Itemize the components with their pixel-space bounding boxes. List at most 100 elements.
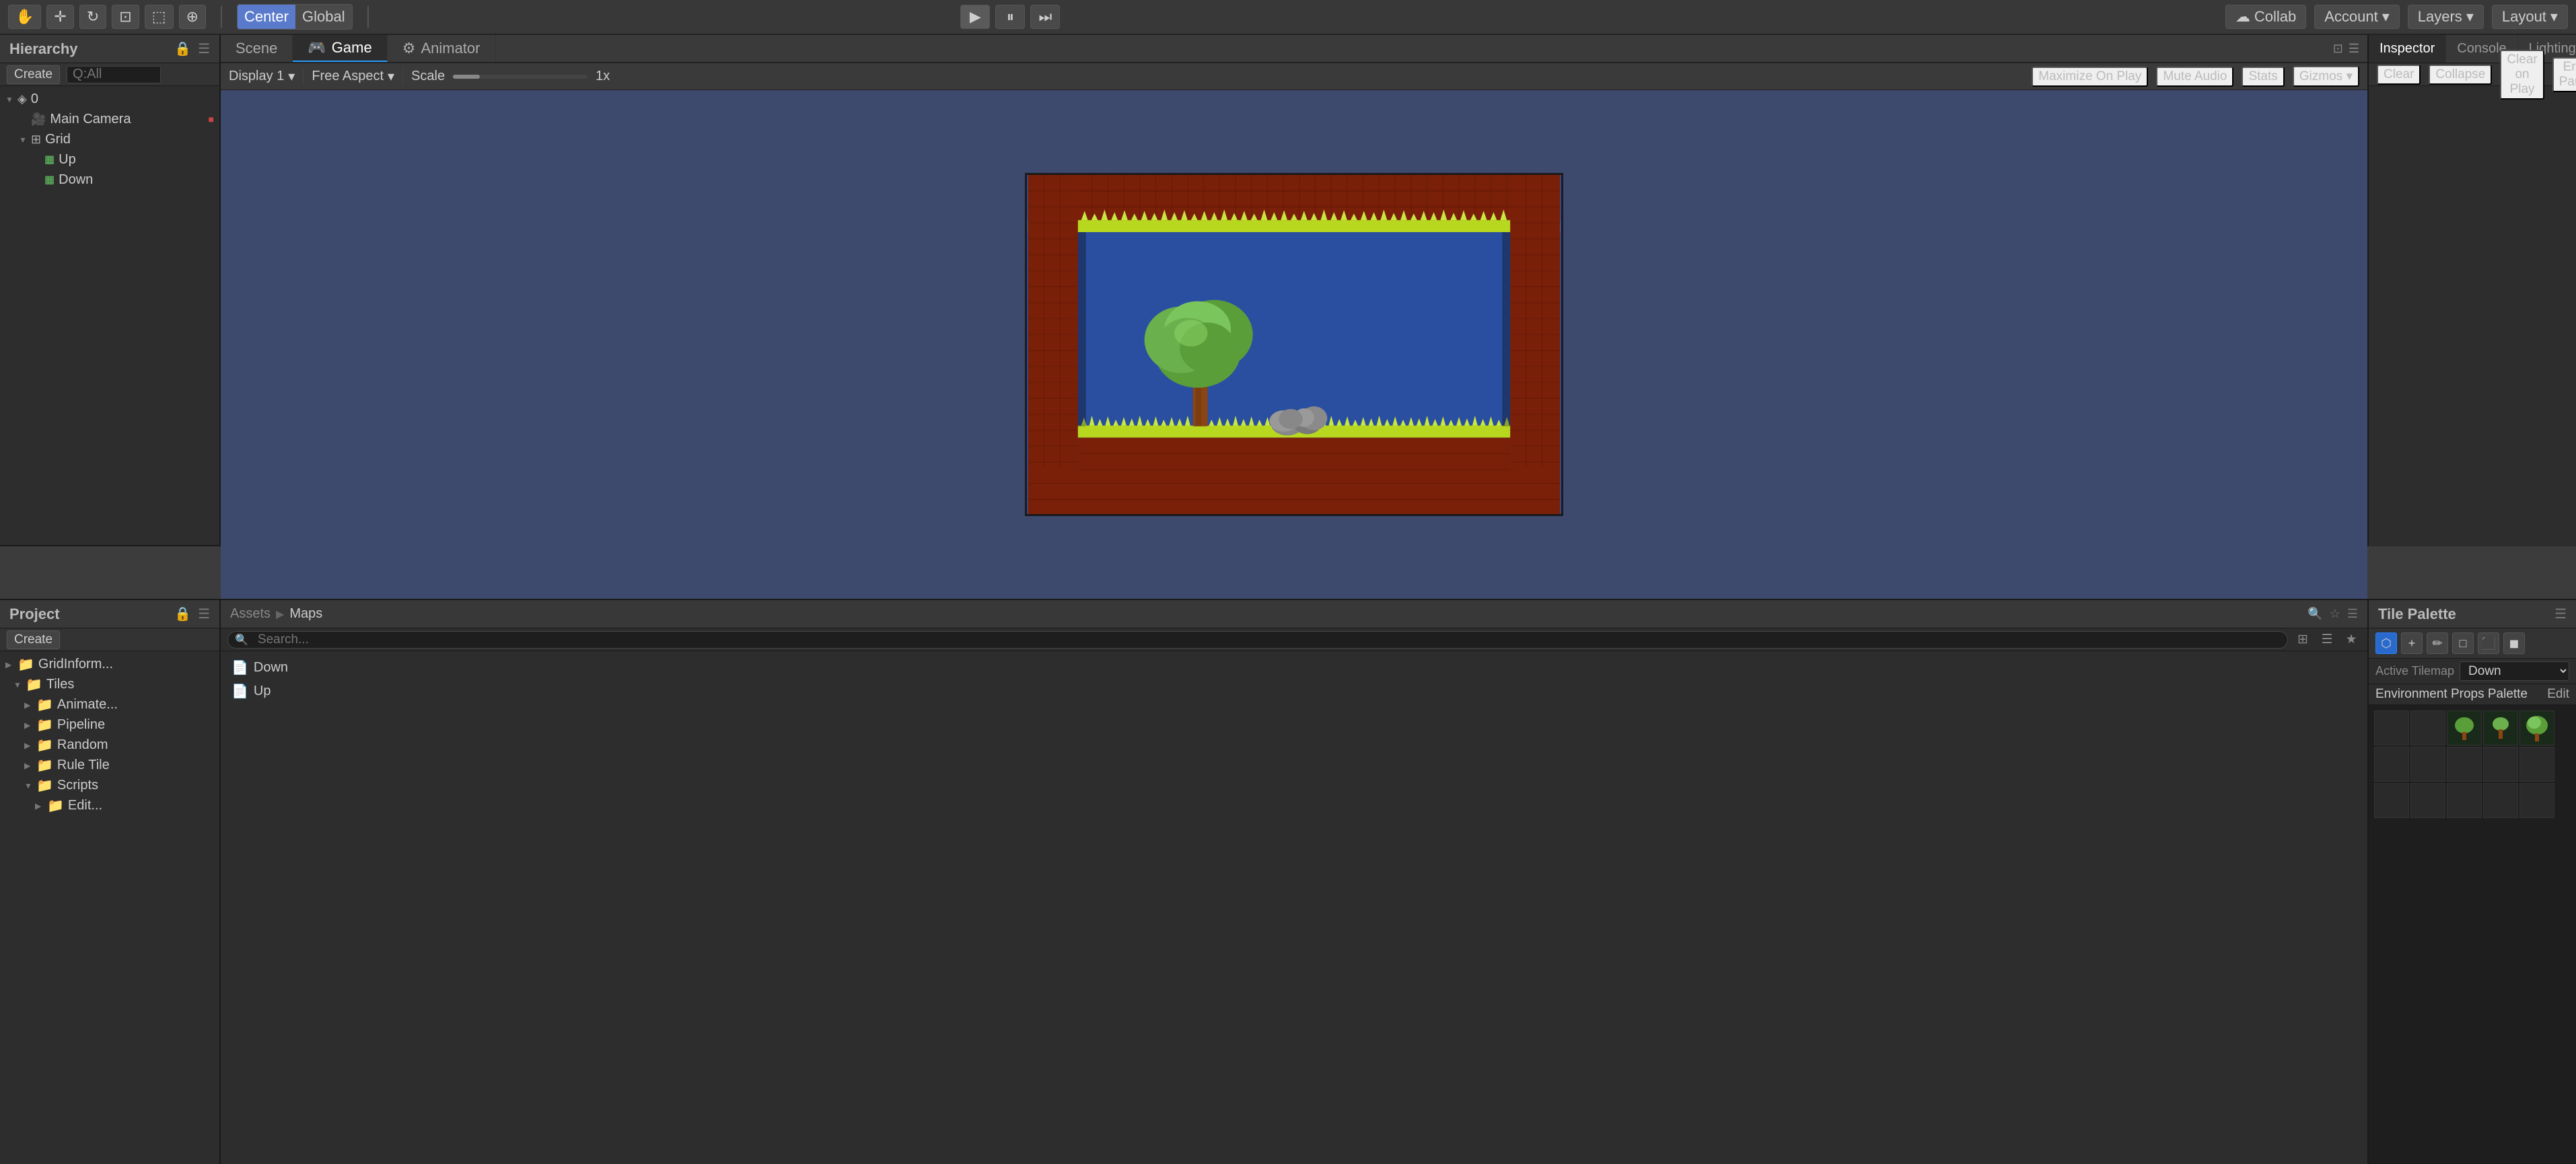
tool-move-button[interactable]: + bbox=[2401, 632, 2423, 654]
tile-cell-1[interactable] bbox=[2410, 711, 2445, 745]
tile-cell-10[interactable] bbox=[2374, 783, 2409, 818]
hierarchy-create-button[interactable]: Create bbox=[7, 65, 60, 84]
active-tilemap-select[interactable]: Down bbox=[2460, 661, 2569, 681]
mute-audio-button[interactable]: Mute Audio bbox=[2156, 67, 2233, 87]
hierarchy-lock-icon: 🔒 bbox=[174, 40, 191, 57]
tile-cell-7[interactable] bbox=[2447, 747, 2482, 782]
hierarchy-menu-icon[interactable]: ☰ bbox=[198, 40, 210, 57]
tab-animator[interactable]: ⚙ Animator bbox=[388, 35, 496, 62]
aspect-chevron: ▾ bbox=[388, 68, 394, 85]
project-tree-animate[interactable]: 📁 Animate... bbox=[0, 694, 219, 715]
tile-cell-0[interactable] bbox=[2374, 711, 2409, 745]
tool-select-button[interactable]: ⬡ bbox=[2375, 632, 2397, 654]
search-icon: 🔍 bbox=[235, 633, 248, 647]
tile-cell-2[interactable] bbox=[2447, 711, 2482, 745]
tile-cell-8[interactable] bbox=[2483, 747, 2518, 782]
account-button[interactable]: Account ▾ bbox=[2314, 5, 2400, 29]
collab-button[interactable]: ☁ Collab bbox=[2225, 5, 2306, 29]
scale-value: 1x bbox=[596, 69, 610, 84]
rotate-tool[interactable]: ↻ bbox=[79, 5, 106, 29]
edit-palette-button[interactable]: Edit bbox=[2547, 687, 2569, 702]
project-tree-scripts[interactable]: 📁 Scripts bbox=[0, 775, 219, 795]
project-tree-edit[interactable]: 📁 Edit... bbox=[0, 795, 219, 815]
tilemap-icon-down: ▦ bbox=[44, 173, 55, 186]
center-button[interactable]: Center bbox=[238, 5, 295, 29]
tree-item-down[interactable]: ▦ Down bbox=[0, 170, 219, 190]
assets-star-icon[interactable]: ☆ bbox=[2330, 607, 2340, 621]
layers-chevron-icon: ▾ bbox=[2466, 8, 2474, 26]
assets-menu-icon[interactable]: ☰ bbox=[2347, 607, 2358, 621]
tool-fill-button[interactable]: ⬛ bbox=[2478, 632, 2499, 654]
toolbar-right: ☁ Collab Account ▾ Layers ▾ Layout ▾ bbox=[2225, 5, 2568, 29]
assets-view-btn[interactable]: ☰ bbox=[2318, 630, 2336, 649]
scale-slider[interactable] bbox=[453, 75, 587, 79]
aspect-selector[interactable]: Free Aspect ▾ bbox=[312, 68, 394, 85]
stats-button[interactable]: Stats bbox=[2242, 67, 2284, 87]
step-button[interactable]: ⏭ bbox=[1030, 5, 1060, 29]
global-button[interactable]: Global bbox=[295, 5, 352, 29]
display-label: Display 1 bbox=[229, 69, 284, 84]
tile-cell-3[interactable] bbox=[2483, 711, 2518, 745]
rect-tool[interactable]: ⬚ bbox=[145, 5, 174, 29]
asset-file-up[interactable]: 📄 Up bbox=[226, 680, 2362, 702]
display-selector[interactable]: Display 1 ▾ bbox=[229, 68, 295, 85]
project-tree-pipeline[interactable]: 📁 Pipeline bbox=[0, 715, 219, 735]
gizmos-button[interactable]: Gizmos ▾ bbox=[2293, 66, 2359, 87]
tile-cell-4[interactable] bbox=[2519, 711, 2554, 745]
pause-button[interactable]: ⏸ bbox=[995, 5, 1025, 29]
tile-cell-6[interactable] bbox=[2410, 747, 2445, 782]
tab-game[interactable]: 🎮 Game bbox=[293, 35, 387, 62]
tile-palette-header: Tile Palette ☰ bbox=[2369, 600, 2576, 628]
layout-button[interactable]: Layout ▾ bbox=[2492, 5, 2568, 29]
assets-star-btn[interactable]: ★ bbox=[2342, 630, 2361, 649]
custom-tool[interactable]: ⊕ bbox=[179, 5, 206, 29]
tool-rect-button[interactable]: □ bbox=[2452, 632, 2474, 654]
tree-item-root[interactable]: ◈ 0 bbox=[0, 89, 219, 109]
assets-files: 📄 Down 📄 Up bbox=[221, 651, 2367, 1164]
menu-icon[interactable]: ☰ bbox=[2349, 42, 2359, 56]
play-button[interactable]: ▶ bbox=[960, 5, 990, 29]
tile-cell-13[interactable] bbox=[2483, 783, 2518, 818]
edit-folder-icon: 📁 bbox=[47, 797, 64, 814]
project-tree-random[interactable]: 📁 Random bbox=[0, 735, 219, 755]
move-tool[interactable]: ✛ bbox=[46, 5, 73, 29]
scale-tool[interactable]: ⊡ bbox=[112, 5, 139, 29]
tile-cell-5[interactable] bbox=[2374, 747, 2409, 782]
tab-scene[interactable]: Scene bbox=[221, 35, 293, 62]
tile-cell-14[interactable] bbox=[2519, 783, 2554, 818]
tree-item-up-label: Up bbox=[59, 152, 76, 168]
game-scene-svg bbox=[1027, 175, 1561, 514]
tab-inspector[interactable]: Inspector bbox=[2369, 35, 2446, 63]
collab-label: Collab bbox=[2254, 8, 2296, 26]
project-tree: 📁 GridInform... 📁 Tiles 📁 Animate... bbox=[0, 651, 219, 1164]
asset-file-down[interactable]: 📄 Down bbox=[226, 657, 2362, 679]
tile-cell-12[interactable] bbox=[2447, 783, 2482, 818]
tool-eraser-button[interactable]: ◼ bbox=[2503, 632, 2525, 654]
project-menu-icon[interactable]: ☰ bbox=[198, 606, 210, 622]
scale-control: Scale 1x bbox=[411, 69, 610, 84]
project-panel: Project 🔒 ☰ Create 📁 GridInform... bbox=[0, 600, 221, 1164]
expand-icon[interactable]: ⊡ bbox=[2333, 42, 2343, 56]
tree-item-main-camera[interactable]: 🎥 Main Camera ■ bbox=[0, 109, 219, 129]
tile-palette-tools: ⬡ + ✏ □ ⬛ ◼ bbox=[2369, 628, 2576, 659]
tile-cell-11[interactable] bbox=[2410, 783, 2445, 818]
clear-button[interactable]: Clear bbox=[2377, 65, 2421, 85]
assets-filter-btn[interactable]: ⊞ bbox=[2293, 630, 2312, 649]
maximize-on-play-button[interactable]: Maximize On Play bbox=[2032, 67, 2148, 87]
assets-search-input[interactable] bbox=[252, 631, 2281, 649]
hierarchy-search-input[interactable] bbox=[67, 66, 161, 83]
layers-button[interactable]: Layers ▾ bbox=[2408, 5, 2484, 29]
maps-label[interactable]: Maps bbox=[289, 606, 322, 622]
project-tree-gridinform[interactable]: 📁 GridInform... bbox=[0, 654, 219, 674]
hand-tool[interactable]: ✋ bbox=[8, 5, 41, 29]
tree-item-grid[interactable]: ⊞ Grid bbox=[0, 129, 219, 149]
project-create-button[interactable]: Create bbox=[7, 630, 60, 649]
tree-item-up[interactable]: ▦ Up bbox=[0, 149, 219, 170]
assets-search-icon[interactable]: 🔍 bbox=[2307, 607, 2322, 621]
project-tree-tiles[interactable]: 📁 Tiles bbox=[0, 674, 219, 694]
tool-paint-button[interactable]: ✏ bbox=[2427, 632, 2448, 654]
tile-palette-menu-icon[interactable]: ☰ bbox=[2554, 606, 2567, 622]
tile-cell-9[interactable] bbox=[2519, 747, 2554, 782]
project-tree-rule-tile[interactable]: 📁 Rule Tile bbox=[0, 755, 219, 775]
collapse-button[interactable]: Collapse bbox=[2429, 65, 2492, 85]
